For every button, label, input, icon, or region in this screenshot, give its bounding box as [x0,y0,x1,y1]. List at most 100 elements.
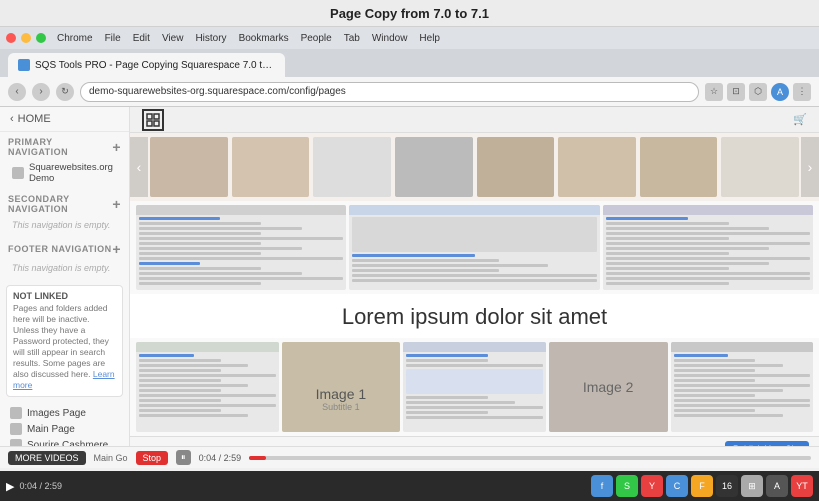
taskbar-app-2[interactable]: S [616,475,638,497]
menu-file[interactable]: File [105,33,121,44]
primary-nav-item-label: Squarewebsites.org Demo [29,162,117,184]
not-linked-description: Pages and folders added here will be ina… [13,303,116,391]
image-2-label: Image 2 [583,379,634,395]
menu-edit[interactable]: Edit [133,33,150,44]
cart-icon[interactable]: 🛒 [793,113,807,126]
taskbar-app-6[interactable]: 16 [716,475,738,497]
progress-bar[interactable] [249,456,811,460]
taskbar: ▶ 0:04 / 2:59 f S Y C F 16 ⊞ A YT [0,471,819,501]
menu-people[interactable]: People [301,33,332,44]
tab-label: SQS Tools PRO - Page Copying Squarespace… [35,60,275,71]
menu-icon[interactable]: ⋮ [793,83,811,101]
taskbar-app-7[interactable]: ⊞ [741,475,763,497]
home-label: HOME [18,113,51,125]
gallery-next-button[interactable]: › [801,137,819,197]
address-text: demo-squarewebsites-org.squarespace.com/… [89,86,346,97]
refresh-button[interactable]: ↻ [56,83,74,101]
stop-button[interactable]: Stop [136,451,169,465]
gallery-image-4[interactable] [395,137,473,197]
menu-help[interactable]: Help [419,33,440,44]
screenshots-section [130,201,819,294]
cast-icon[interactable]: ⊡ [727,83,745,101]
taskbar-app-8[interactable]: A [766,475,788,497]
not-linked-box: NOT LINKED Pages and folders added here … [6,285,123,397]
add-secondary-nav-button[interactable]: + [112,196,121,212]
image-1-label: Image 1 [282,386,401,402]
gallery-image-2[interactable] [232,137,310,197]
more-videos-button[interactable]: MORE VIDEOS [8,451,86,465]
password-notice: This site is password protected, and the… [140,445,412,447]
address-input[interactable]: demo-squarewebsites-org.squarespace.com/… [80,82,699,102]
page-icon [10,423,22,435]
menu-chrome[interactable]: Chrome [57,33,93,44]
forward-button[interactable]: › [32,83,50,101]
secondary-nav-section: SECONDARY NAVIGATION + This navigation i… [0,189,129,236]
list-item[interactable]: Sourire Cashmere [6,437,123,446]
image-1-container: Image 1 Subtitle 1 [282,342,401,432]
sidebar: ‹ HOME PRIMARY NAVIGATION + Squarewebsit… [0,107,130,446]
main-content: ‹ HOME PRIMARY NAVIGATION + Squarewebsit… [0,107,819,446]
primary-nav-section: PRIMARY NAVIGATION + Squarewebsites.org … [0,132,129,189]
add-primary-nav-button[interactable]: + [112,139,121,155]
primary-nav-header: PRIMARY NAVIGATION + [8,137,121,157]
not-linked-title: NOT LINKED [13,291,116,301]
gallery-image-8[interactable] [721,137,799,197]
menu-view[interactable]: View [162,33,184,44]
menu-tab[interactable]: Tab [344,33,360,44]
profile-icon[interactable]: A [771,83,789,101]
extensions-icon[interactable]: ⬡ [749,83,767,101]
page-footer-bar: This site is password protected, and the… [130,436,819,446]
pause-button[interactable]: ⏸ [176,450,191,465]
taskbar-app-1[interactable]: f [591,475,613,497]
sidebar-home[interactable]: ‹ HOME [0,107,129,132]
add-footer-nav-button[interactable]: + [112,241,121,257]
gallery-images [150,137,799,197]
primary-nav-label: PRIMARY NAVIGATION [8,137,112,157]
close-button[interactable] [6,33,16,43]
nav-items-list: Images Page Main Page Sourire Cashmere T… [0,403,129,446]
gallery-prev-button[interactable]: ‹ [130,137,148,197]
bottom-controls-bar: MORE VIDEOS Main Go Stop ⏸ 0:04 / 2:59 [0,446,819,468]
gallery-image-6[interactable] [558,137,636,197]
screenshot-1 [136,205,346,290]
maximize-button[interactable] [36,33,46,43]
back-button[interactable]: ‹ [8,83,26,101]
minimize-button[interactable] [21,33,31,43]
taskbar-play-icon[interactable]: ▶ [6,480,14,493]
title-bar: Page Copy from 7.0 to 7.1 [0,0,819,27]
sidebar-item-primary[interactable]: Squarewebsites.org Demo [8,160,121,186]
bottom-image-section: Image 1 Subtitle 1 [130,338,819,436]
menu-bookmarks[interactable]: Bookmarks [239,33,289,44]
sq-header: 🛒 [130,107,819,133]
gallery-image-5[interactable] [477,137,555,197]
menu-window[interactable]: Window [372,33,408,44]
taskbar-app-3[interactable]: Y [641,475,663,497]
taskbar-app-9[interactable]: YT [791,475,813,497]
tab-bar: SQS Tools PRO - Page Copying Squarespace… [0,49,819,77]
gallery-image-3[interactable] [313,137,391,197]
gallery-strip: ‹ › [130,133,819,201]
taskbar-app-5[interactable]: F [691,475,713,497]
secondary-nav-label: SECONDARY NAVIGATION [8,194,112,214]
bookmark-icon[interactable]: ☆ [705,83,723,101]
gallery-image-7[interactable] [640,137,718,197]
page-icon [10,439,22,446]
taskbar-app-4[interactable]: C [666,475,688,497]
list-item[interactable]: Main Page [6,421,123,437]
screenshot-3 [603,205,813,290]
gallery-image-1[interactable] [150,137,228,197]
image-1-sublabel: Subtitle 1 [282,402,401,412]
chevron-left-icon: ‹ [10,113,14,125]
browser-tab[interactable]: SQS Tools PRO - Page Copying Squarespace… [8,53,285,77]
taskbar-time: 0:04 / 2:59 [19,481,62,491]
window-title: Page Copy from 7.0 to 7.1 [330,6,489,21]
bottom-screenshot-left [136,342,279,432]
footer-nav-label: FOOTER NAVIGATION [8,244,112,254]
lorem-text: Lorem ipsum dolor sit amet [342,304,607,329]
page-icon [10,407,22,419]
list-item[interactable]: Images Page [6,405,123,421]
publish-button[interactable]: Publish Your Site [725,441,809,446]
time-display: 0:04 / 2:59 [199,453,242,463]
image-2-container: Image 2 [549,342,668,432]
menu-history[interactable]: History [195,33,226,44]
